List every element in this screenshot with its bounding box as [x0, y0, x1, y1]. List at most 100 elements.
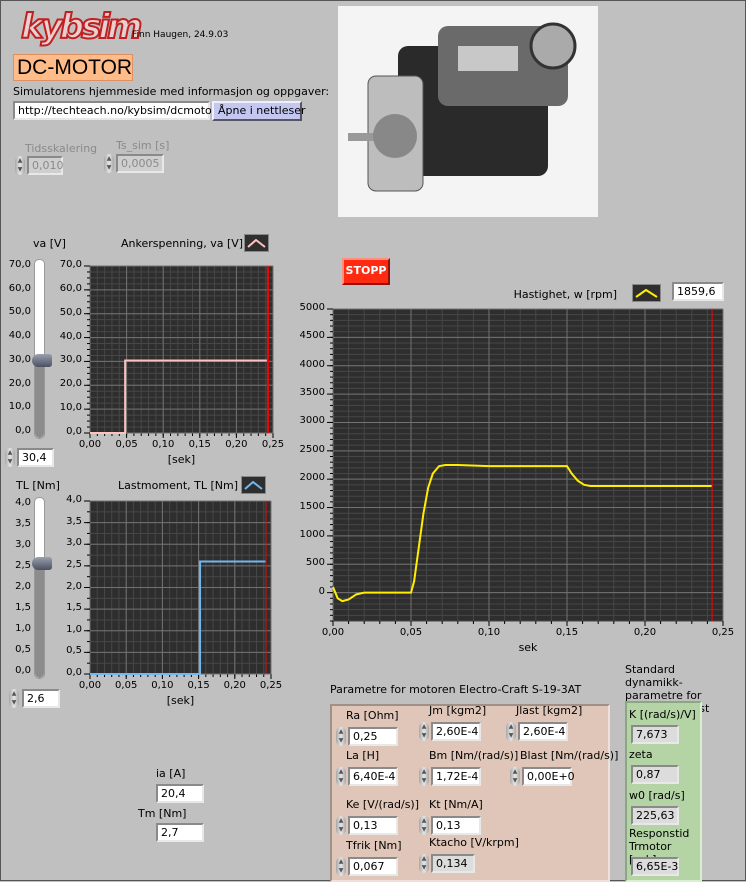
param-field: 0,134 [431, 854, 475, 873]
y-tick-label: 10,0 [59, 402, 82, 414]
y-tick-label: 2,5 [66, 558, 82, 570]
plot-area [84, 265, 274, 438]
slider-tick-label: 70,0 [8, 259, 31, 270]
va-chart-title: Ankerspenning, va [V] [121, 237, 244, 250]
param-spinner[interactable]: ▲ ▼ [336, 727, 346, 746]
dynamics-label: zeta [629, 748, 653, 761]
y-tick-label: 2000 [299, 472, 325, 484]
y-tick-label: 30,0 [59, 354, 82, 366]
slider-tick-label: 0,5 [15, 644, 31, 655]
tl-chart: 0,00 0,05 0,10 0,15 0,20 0,25 0,0 0,5 1,0 1,5 2,0 2… [66, 494, 282, 707]
param-spinner[interactable]: ▲ ▼ [336, 816, 346, 835]
dynamics-value: 0,87 [631, 765, 679, 784]
param-spinner[interactable]: ▲ ▼ [419, 854, 429, 873]
y-tick-label: 0,0 [66, 426, 82, 437]
x-axis-label: sek [518, 641, 538, 654]
x-tick-label: 0,00 [78, 680, 102, 691]
param-label: Ra [Ohm] [346, 709, 399, 722]
va-spinner[interactable]: ▲ ▼ [5, 448, 15, 467]
tl-spinner[interactable]: ▲ ▼ [9, 689, 19, 708]
param-field[interactable]: 0,00E+0 [522, 767, 575, 786]
param-label: Blast [Nm/(rad/s)] [520, 749, 619, 762]
x-tick-label: 0,10 [152, 439, 175, 450]
x-tick-label: 0,25 [259, 680, 283, 691]
slider-tick-label: 40,0 [8, 330, 31, 342]
param-spinner[interactable]: ▲ ▼ [336, 857, 346, 876]
slider-tick-label: 10,0 [8, 401, 31, 413]
param-spinner[interactable]: ▲ ▼ [510, 767, 520, 786]
y-tick-label: 3500 [299, 387, 325, 399]
speed-value: 1859,6 [672, 282, 724, 301]
y-tick-label: 3,0 [66, 537, 82, 549]
open-browser-button[interactable]: Åpne i nettleser [212, 101, 306, 121]
plot-background [333, 309, 723, 621]
va-field[interactable]: 30,4 [17, 448, 54, 467]
motor-image [348, 22, 577, 192]
va-legend[interactable] [244, 234, 269, 252]
tl-legend[interactable] [241, 476, 266, 494]
dynamics-value: 225,63 [631, 806, 679, 825]
param-label: Kt [Nm/A] [429, 798, 483, 811]
x-tick-label: 0,05 [115, 680, 138, 691]
param-field[interactable]: 2,60E-4 [518, 722, 568, 741]
y-tick-label: 1,0 [66, 623, 82, 635]
y-tick-label: 1,5 [66, 602, 82, 614]
x-tick-label: 0,05 [115, 439, 138, 450]
param-field[interactable]: 0,13 [431, 816, 481, 835]
time-scaling-label: Tidsskalering [25, 142, 98, 155]
slider-tick-label: 20,0 [8, 377, 31, 389]
slider-tick-label: 3,0 [15, 539, 31, 550]
x-axis-label: [sek] [166, 694, 195, 707]
param-spinner[interactable]: ▲ ▼ [419, 767, 429, 786]
param-field[interactable]: 0,13 [348, 816, 398, 835]
y-tick-label: 3,5 [66, 515, 82, 527]
y-tick-label: 40,0 [59, 330, 82, 342]
ts-sim-field: 0,0005 [116, 154, 164, 173]
slider-tick-label: 30,0 [8, 353, 31, 365]
dynamics-label: K [(rad/s)/V] [629, 708, 696, 721]
param-spinner[interactable]: ▲ ▼ [506, 722, 516, 741]
param-field[interactable]: 6,40E-4 [348, 767, 398, 786]
stop-button[interactable]: STOPP [342, 258, 390, 285]
param-label: Jlast [kgm2] [516, 704, 583, 717]
va-label: va [V] [33, 237, 66, 250]
param-field[interactable]: 2,60E-4 [431, 722, 481, 741]
slider-tick-label: 50,0 [8, 306, 31, 318]
param-spinner[interactable]: ▲ ▼ [336, 767, 346, 786]
page-title: DC-MOTOR [13, 54, 133, 81]
y-tick-label: 60,0 [59, 282, 82, 294]
url-field[interactable]: http://techteach.no/kybsim/dcmotor/ [13, 101, 220, 120]
tm-label: Tm [Nm] [138, 807, 187, 820]
x-tick-label: 0,15 [188, 439, 211, 450]
x-tick-label: 0,10 [151, 680, 174, 691]
dynamics-label: w0 [rad/s] [629, 789, 685, 802]
speed-chart: 0,00 0,05 0,10 0,15 0,20 0,25 0 500 1000 1500 2000… [300, 302, 735, 654]
param-field[interactable]: 1,72E-4 [431, 767, 481, 786]
param-field[interactable]: 0,25 [348, 727, 398, 746]
tl-field[interactable]: 2,6 [22, 689, 60, 708]
y-tick-label: 4,0 [66, 494, 82, 505]
ia-label: ia [A] [156, 767, 186, 780]
x-tick-label: 0,20 [633, 627, 657, 638]
speed-legend[interactable] [632, 284, 661, 302]
y-tick-label: 500 [305, 557, 325, 569]
slider-tick-label: 3,5 [15, 518, 31, 529]
y-tick-label: 1000 [299, 528, 325, 540]
dynamics-value: 6,65E-3 [631, 857, 679, 876]
slider-tick-label: 1,0 [15, 623, 31, 634]
param-label: Ktacho [V/krpm] [429, 836, 519, 849]
y-tick-label: 0,5 [66, 645, 82, 657]
x-tick-label: 0,00 [78, 439, 102, 450]
y-tick-label: 4500 [299, 330, 325, 342]
y-tick-label: 3000 [299, 415, 325, 427]
time-scaling-spinner: ▲ ▼ [15, 156, 25, 175]
param-field[interactable]: 0,067 [348, 857, 398, 876]
motor-photo [338, 6, 598, 217]
param-spinner[interactable]: ▲ ▼ [419, 722, 429, 741]
x-tick-label: 0,00 [321, 627, 345, 638]
kybsim-logo: kybsim [20, 6, 143, 48]
param-spinner[interactable]: ▲ ▼ [419, 816, 429, 835]
y-tick-label: 50,0 [59, 306, 82, 318]
param-label: Tfrik [Nm] [346, 839, 402, 852]
dynamics-value: 7,673 [631, 725, 679, 744]
